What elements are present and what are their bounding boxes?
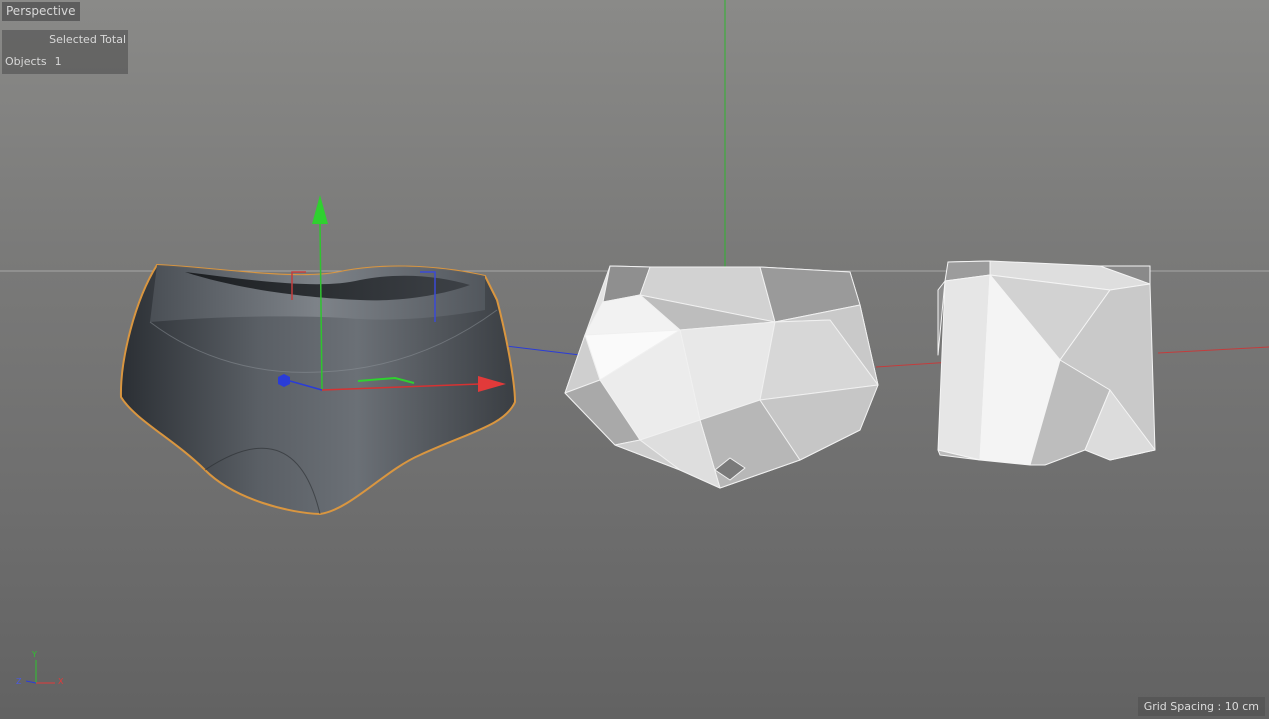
info-panel-header: Selected Total xyxy=(49,33,126,46)
info-row-label: Objects xyxy=(5,55,47,68)
scene-canvas[interactable]: Y Z X xyxy=(0,0,1269,719)
triad-y-label: Y xyxy=(31,650,37,659)
info-row-value: 1 xyxy=(54,55,62,68)
axis-triad: Y Z X xyxy=(16,650,64,686)
lowpoly-shorts-mesh[interactable] xyxy=(937,260,1156,466)
gizmo-y-arrow-icon[interactable] xyxy=(312,195,328,224)
perspective-viewport[interactable]: Y Z X Perspective Selected Total Objects… xyxy=(0,0,1269,719)
world-z-axis-line xyxy=(505,345,581,356)
triad-z-label: Z xyxy=(16,677,22,686)
triad-x-label: X xyxy=(58,677,64,686)
triad-z-line xyxy=(25,680,37,684)
world-x-axis-line xyxy=(875,361,953,368)
camera-label[interactable]: Perspective xyxy=(2,2,80,21)
world-x-axis-line-far xyxy=(1157,346,1269,354)
lowpoly-briefs-mesh[interactable] xyxy=(564,265,879,489)
info-row-objects: Objects 1 xyxy=(5,55,62,68)
selection-info-panel: Selected Total Objects 1 xyxy=(2,30,128,74)
grid-spacing-readout: Grid Spacing : 10 cm xyxy=(1137,697,1265,716)
